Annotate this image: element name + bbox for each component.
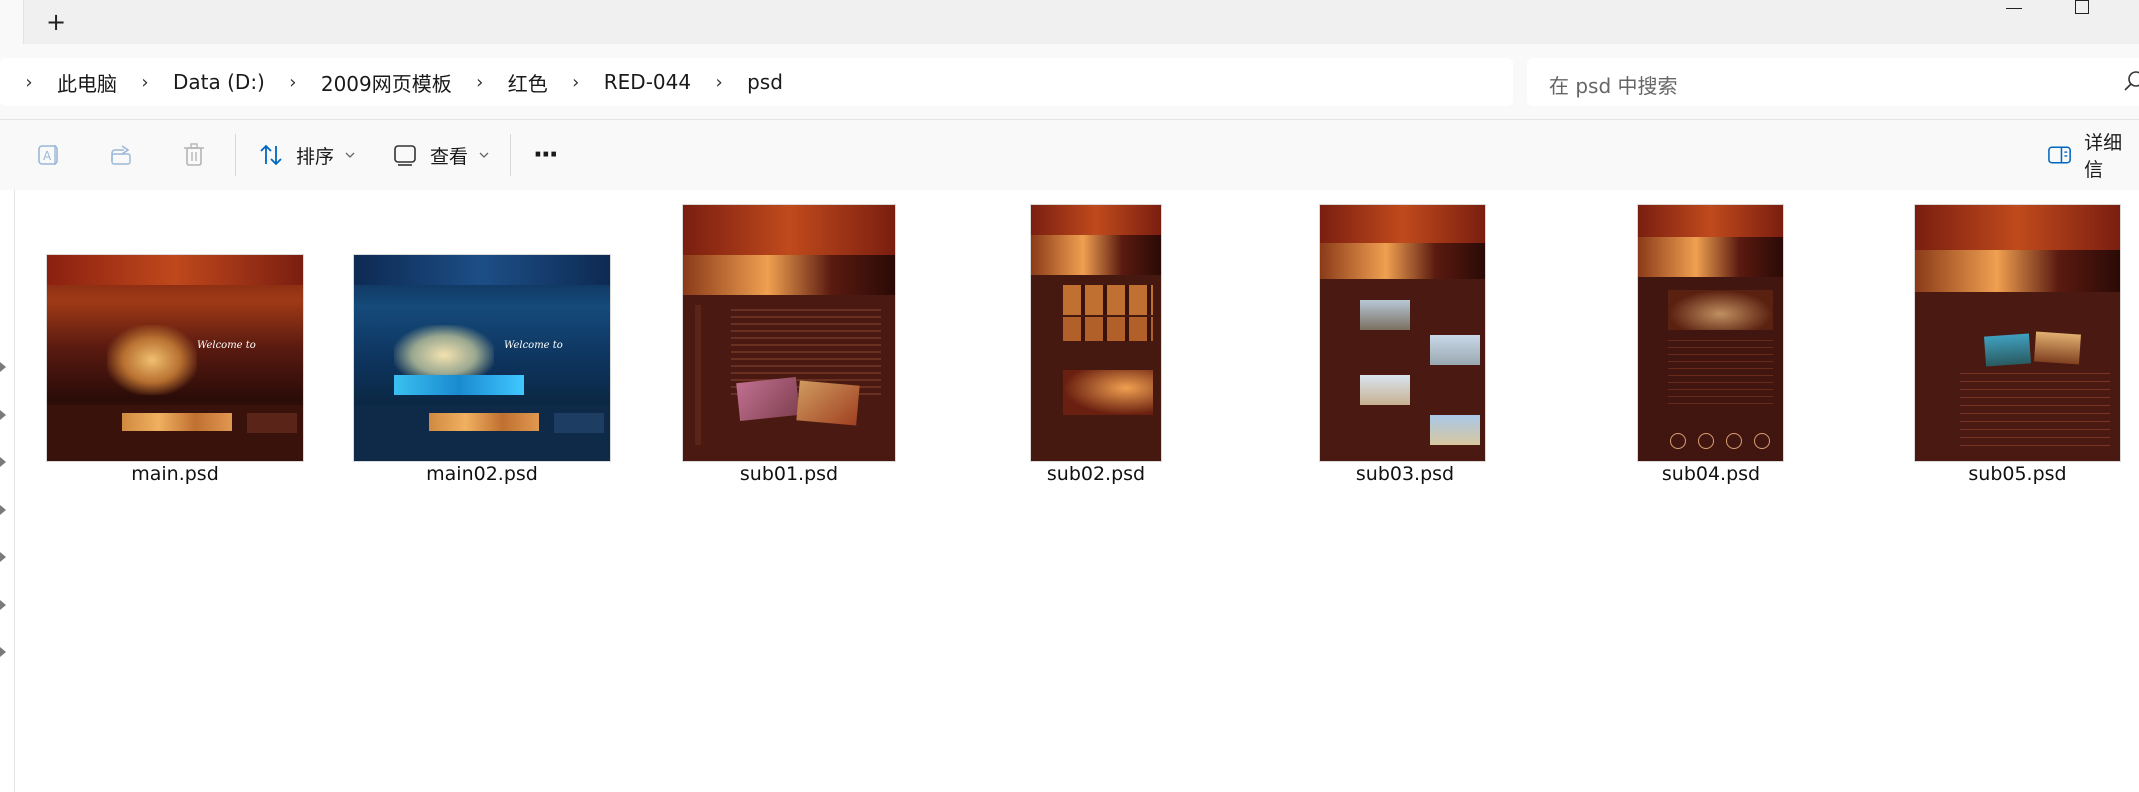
- delete-button[interactable]: [182, 138, 206, 172]
- tab-bar: +: [0, 0, 2139, 44]
- share-button[interactable]: [109, 138, 135, 172]
- minimize-button[interactable]: [2006, 0, 2022, 16]
- expand-arrow-icon[interactable]: [0, 552, 6, 562]
- file-item[interactable]: sub05.psd: [1915, 205, 2120, 490]
- breadcrumb-item-red-044[interactable]: RED-044: [588, 70, 707, 94]
- search-input[interactable]: 在 psd 中搜索: [1527, 58, 2139, 106]
- address-row: › 此电脑 › Data (D:) › 2009网页模板 › 红色 › RED-…: [0, 44, 2139, 119]
- expand-arrow-icon[interactable]: [0, 457, 6, 467]
- command-bar: A 排序 查看 ··· 详细信: [0, 119, 2139, 191]
- rename-button[interactable]: A: [36, 138, 62, 172]
- file-name: sub02.psd: [1046, 463, 1146, 485]
- chevron-down-icon: [479, 152, 489, 158]
- file-item[interactable]: Welcome to main.psd: [47, 255, 303, 490]
- details-pane-button[interactable]: 详细信: [2047, 132, 2139, 181]
- file-item[interactable]: sub01.psd: [683, 205, 895, 490]
- breadcrumb-item-data-drive[interactable]: Data (D:): [157, 70, 281, 94]
- chevron-right-icon[interactable]: ›: [281, 72, 305, 93]
- expand-arrow-icon[interactable]: [0, 410, 6, 420]
- sort-button[interactable]: 排序: [258, 138, 356, 172]
- breadcrumb-item-this-pc[interactable]: 此电脑: [41, 68, 133, 97]
- chevron-down-icon: [345, 152, 355, 158]
- search-icon[interactable]: [2124, 70, 2139, 92]
- expand-arrow-icon[interactable]: [0, 362, 6, 372]
- view-button[interactable]: 查看: [392, 138, 490, 172]
- chevron-right-icon[interactable]: ›: [17, 72, 41, 93]
- chevron-right-icon[interactable]: ›: [564, 72, 588, 93]
- sort-icon: [260, 144, 282, 166]
- psd-thumbnail: [683, 205, 895, 461]
- chevron-right-icon[interactable]: ›: [468, 72, 492, 93]
- trash-icon: [184, 143, 204, 166]
- breadcrumb-item-psd[interactable]: psd: [731, 70, 799, 94]
- share-icon: [111, 145, 131, 165]
- file-view[interactable]: Welcome to main.psd Welcome to main02.ps…: [15, 190, 2139, 792]
- file-name: sub05.psd: [1968, 463, 2067, 485]
- file-name: main02.psd: [426, 463, 538, 485]
- more-options-button[interactable]: ···: [533, 138, 559, 172]
- file-item[interactable]: sub04.psd: [1638, 205, 1783, 490]
- breadcrumb-item-templates[interactable]: 2009网页模板: [305, 68, 468, 97]
- more-icon: ···: [533, 140, 559, 170]
- navigation-pane[interactable]: [0, 190, 15, 792]
- plus-icon[interactable]: +: [42, 8, 70, 36]
- details-pane-icon: [2048, 146, 2071, 164]
- maximize-button[interactable]: [2075, 0, 2089, 14]
- chevron-right-icon[interactable]: ›: [133, 72, 157, 93]
- psd-thumbnail: [1320, 205, 1485, 461]
- details-label: 详细信: [2084, 132, 2123, 181]
- search-placeholder: 在 psd 中搜索: [1549, 74, 1678, 98]
- file-name: sub01.psd: [739, 463, 839, 485]
- sort-label: 排序: [296, 145, 335, 168]
- file-name: sub03.psd: [1355, 463, 1455, 485]
- psd-thumbnail: Welcome to: [47, 255, 303, 461]
- psd-thumbnail: [1638, 205, 1783, 461]
- file-name: sub04.psd: [1661, 463, 1761, 485]
- breadcrumb-item-red[interactable]: 红色: [492, 68, 564, 97]
- toolbar-divider: [510, 134, 511, 176]
- expand-arrow-icon[interactable]: [0, 647, 6, 657]
- rename-icon: A: [38, 145, 58, 165]
- file-item[interactable]: Welcome to main02.psd: [354, 255, 610, 490]
- chevron-right-icon[interactable]: ›: [707, 72, 731, 93]
- toolbar-divider: [235, 134, 236, 176]
- active-tab[interactable]: [0, 0, 24, 44]
- psd-thumbnail: [1031, 205, 1161, 461]
- psd-thumbnail: [1915, 205, 2120, 461]
- expand-arrow-icon[interactable]: [0, 505, 6, 515]
- expand-arrow-icon[interactable]: [0, 600, 6, 610]
- view-label: 查看: [430, 145, 469, 168]
- svg-text:A: A: [43, 149, 52, 163]
- psd-thumbnail: Welcome to: [354, 255, 610, 461]
- file-item[interactable]: sub03.psd: [1320, 205, 1485, 490]
- file-item[interactable]: sub02.psd: [1031, 205, 1161, 490]
- breadcrumb[interactable]: › 此电脑 › Data (D:) › 2009网页模板 › 红色 › RED-…: [0, 58, 1513, 106]
- view-icon: [394, 145, 416, 166]
- file-name: main.psd: [131, 463, 219, 485]
